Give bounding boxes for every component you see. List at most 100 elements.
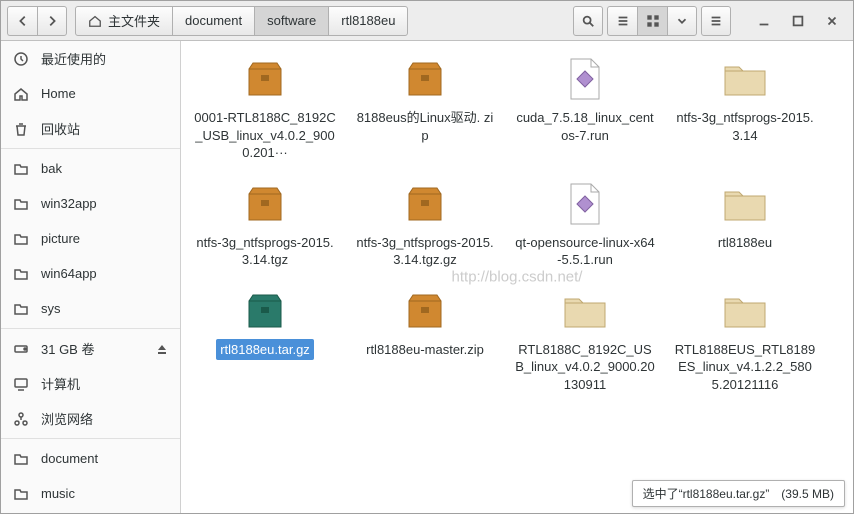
folder-icon: [13, 451, 29, 467]
file-item[interactable]: ntfs-3g_ntfsprogs-2015.3.14.tgz: [185, 176, 345, 275]
breadcrumb-document[interactable]: document: [172, 6, 255, 36]
view-dropdown-button[interactable]: [667, 6, 697, 36]
folder-icon: [721, 55, 769, 103]
file-item[interactable]: cuda_7.5.18_linux_centos-7.run: [505, 51, 665, 168]
search-button[interactable]: [573, 6, 603, 36]
file-item[interactable]: rtl8188eu.tar.gz: [185, 283, 345, 400]
sidebar-item-label: 最近使用的: [41, 49, 106, 68]
sidebar-item-music[interactable]: music: [1, 476, 180, 511]
file-label: rtl8188eu.tar.gz: [216, 339, 314, 361]
trash-icon: [13, 121, 29, 137]
sidebar: 最近使用的 Home 回收站 bak win32app picture win64app sy…: [1, 41, 181, 513]
menu-button[interactable]: [701, 6, 731, 36]
sidebar-item-label: win64app: [41, 266, 97, 281]
file-label: rtl8188eu-master.zip: [362, 339, 488, 361]
file-label: rtl8188eu: [714, 232, 776, 254]
archive-icon: [401, 180, 449, 228]
eject-icon[interactable]: [156, 343, 168, 355]
disk-icon: [13, 341, 29, 357]
archive-icon: [241, 55, 289, 103]
sidebar-item-label: picture: [41, 231, 80, 246]
archive-icon: [401, 55, 449, 103]
sidebar-item-label: win32app: [41, 196, 97, 211]
file-label: ntfs-3g_ntfsprogs-2015.3.14: [670, 107, 820, 146]
file-item[interactable]: rtl8188eu-master.zip: [345, 283, 505, 400]
breadcrumb-home[interactable]: 主文件夹: [75, 6, 173, 36]
maximize-button[interactable]: [783, 6, 813, 36]
status-bar: 选中了“rtl8188eu.tar.gz” (39.5 MB): [632, 480, 845, 507]
list-view-button[interactable]: [607, 6, 637, 36]
sidebar-item-31-gb-卷[interactable]: 31 GB 卷: [1, 331, 180, 366]
file-item[interactable]: RTL8188C_8192C_USB_linux_v4.0.2_9000.201…: [505, 283, 665, 400]
file-item[interactable]: 8188eus的Linux驱动. zip: [345, 51, 505, 168]
network-icon: [13, 411, 29, 427]
sidebar-item-label: 31 GB 卷: [41, 339, 94, 358]
back-button[interactable]: [7, 6, 37, 36]
clock-icon: [13, 51, 29, 67]
folder-icon: [721, 180, 769, 228]
sidebar-item-label: 回收站: [41, 119, 80, 138]
breadcrumb-software[interactable]: software: [254, 6, 329, 36]
grid-view-button[interactable]: [637, 6, 667, 36]
sidebar-item-计算机[interactable]: 计算机: [1, 366, 180, 401]
computer-icon: [13, 376, 29, 392]
sidebar-item-picture[interactable]: picture: [1, 221, 180, 256]
forward-button[interactable]: [37, 6, 67, 36]
minimize-button[interactable]: [749, 6, 779, 36]
breadcrumb-home-label: 主文件夹: [108, 11, 160, 30]
archive-icon: [241, 180, 289, 228]
file-item[interactable]: ntfs-3g_ntfsprogs-2015.3.14: [665, 51, 825, 168]
script-icon: [561, 180, 609, 228]
folder-icon: [13, 266, 29, 282]
sidebar-item-home[interactable]: Home: [1, 76, 180, 111]
archive-icon: [401, 287, 449, 335]
sidebar-item-label: music: [41, 486, 75, 501]
sidebar-item-label: sys: [41, 301, 61, 316]
sidebar-item-label: Home: [41, 86, 76, 101]
folder-icon: [13, 301, 29, 317]
sidebar-item-document[interactable]: document: [1, 441, 180, 476]
toolbar: 主文件夹 document software rtl8188eu: [1, 1, 853, 41]
sidebar-item-bak[interactable]: bak: [1, 151, 180, 186]
nav-buttons: [7, 6, 67, 36]
sidebar-item-label: 计算机: [41, 374, 80, 393]
file-label: 0001-RTL8188C_8192C_USB_linux_v4.0.2_900…: [190, 107, 340, 164]
archive-sel-icon: [241, 287, 289, 335]
breadcrumb: 主文件夹 document software rtl8188eu: [75, 6, 408, 36]
script-icon: [561, 55, 609, 103]
folder-icon: [13, 231, 29, 247]
sidebar-item-label: bak: [41, 161, 62, 176]
sidebar-item-sys[interactable]: sys: [1, 291, 180, 326]
view-buttons: [607, 6, 697, 36]
file-item[interactable]: qt-opensource-linux-x64-5.5.1.run: [505, 176, 665, 275]
folder-icon: [561, 287, 609, 335]
sidebar-item-label: document: [41, 451, 98, 466]
home-icon: [13, 86, 29, 102]
file-label: 8188eus的Linux驱动. zip: [350, 107, 500, 146]
file-label: qt-opensource-linux-x64-5.5.1.run: [510, 232, 660, 271]
sidebar-item-label: 浏览网络: [41, 409, 93, 428]
file-label: cuda_7.5.18_linux_centos-7.run: [510, 107, 660, 146]
sidebar-item-最近使用的[interactable]: 最近使用的: [1, 41, 180, 76]
file-item[interactable]: rtl8188eu: [665, 176, 825, 275]
main: 最近使用的 Home 回收站 bak win32app picture win64app sy…: [1, 41, 853, 513]
file-item[interactable]: 0001-RTL8188C_8192C_USB_linux_v4.0.2_900…: [185, 51, 345, 168]
file-grid: 0001-RTL8188C_8192C_USB_linux_v4.0.2_900…: [185, 51, 849, 407]
folder-icon: [13, 196, 29, 212]
content-area[interactable]: http://blog.csdn.net/ 0001-RTL8188C_8192…: [181, 41, 853, 513]
sidebar-item-回收站[interactable]: 回收站: [1, 111, 180, 146]
sidebar-item-浏览网络[interactable]: 浏览网络: [1, 401, 180, 436]
file-label: RTL8188C_8192C_USB_linux_v4.0.2_9000.201…: [510, 339, 660, 396]
breadcrumb-rtl8188eu[interactable]: rtl8188eu: [328, 6, 408, 36]
file-item[interactable]: RTL8188EUS_RTL8189ES_linux_v4.1.2.2_5805…: [665, 283, 825, 400]
sidebar-item-win64app[interactable]: win64app: [1, 256, 180, 291]
file-item[interactable]: ntfs-3g_ntfsprogs-2015.3.14.tgz.gz: [345, 176, 505, 275]
file-label: ntfs-3g_ntfsprogs-2015.3.14.tgz.gz: [350, 232, 500, 271]
file-label: RTL8188EUS_RTL8189ES_linux_v4.1.2.2_5805…: [670, 339, 820, 396]
folder-icon: [721, 287, 769, 335]
folder-icon: [13, 161, 29, 177]
close-button[interactable]: [817, 6, 847, 36]
sidebar-item-win32app[interactable]: win32app: [1, 186, 180, 221]
folder-icon: [13, 486, 29, 502]
file-label: ntfs-3g_ntfsprogs-2015.3.14.tgz: [190, 232, 340, 271]
